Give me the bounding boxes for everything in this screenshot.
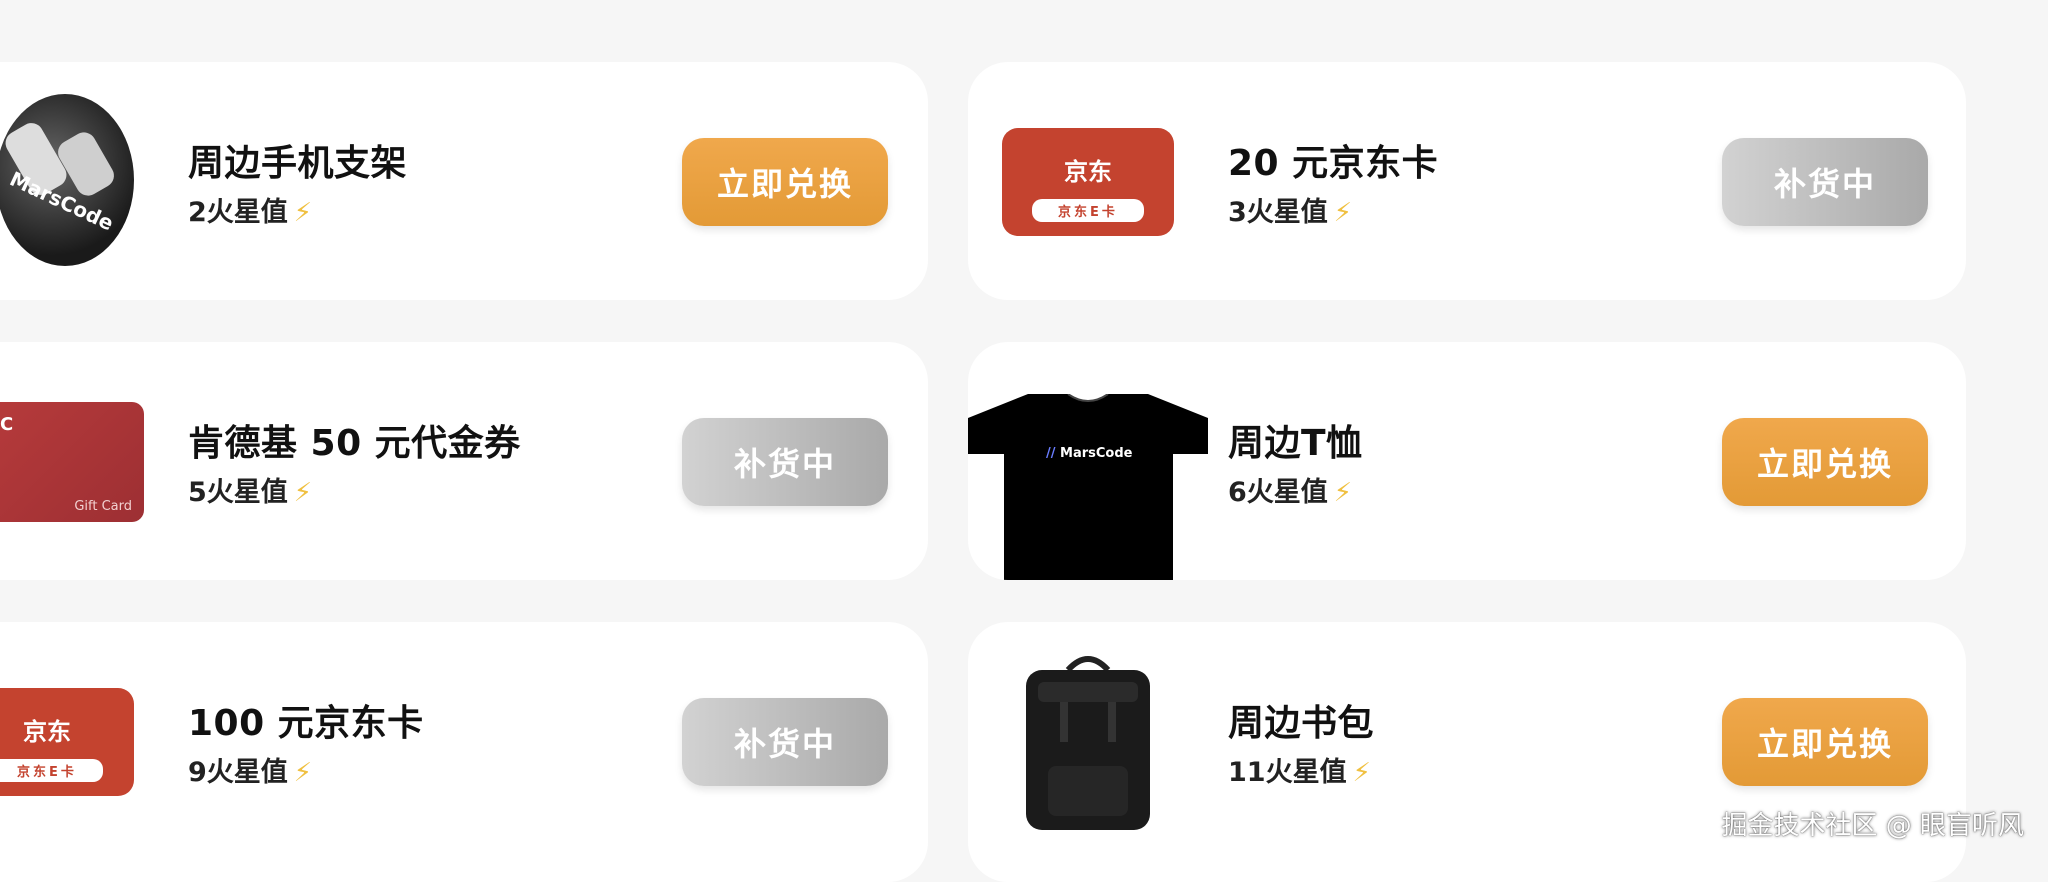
- backpack-image: [1018, 648, 1158, 834]
- product-card-phone-stand: MarsCode 周边手机支架 2火星值 ⚡ 立即兑换: [0, 62, 928, 300]
- product-title: 周边书包: [1228, 703, 1375, 744]
- lightning-icon: ⚡: [1333, 478, 1353, 508]
- tshirt-logo: // MarsCode: [1046, 446, 1133, 461]
- kfc-card-label: Gift Card: [74, 499, 132, 514]
- product-price: 3火星值 ⚡: [1228, 190, 1352, 229]
- product-card-jd-20: 京东 京东E卡 20 元京东卡 3火星值 ⚡ 补货中: [968, 62, 1966, 300]
- lightning-icon: ⚡: [1333, 198, 1353, 228]
- restocking-button[interactable]: 补货中: [682, 418, 888, 506]
- price-text: 6火星值: [1228, 477, 1328, 508]
- redeem-button[interactable]: 立即兑换: [1722, 698, 1928, 786]
- product-price: 11火星值 ⚡: [1228, 750, 1371, 789]
- product-title: 肯德基 50 元代金券: [188, 423, 521, 464]
- product-card-backpack: 周边书包 11火星值 ⚡ 立即兑换: [968, 622, 1966, 882]
- lightning-icon: ⚡: [293, 198, 313, 228]
- lightning-icon: ⚡: [293, 758, 313, 788]
- watermark: 掘金技术社区 @ 眼盲听风: [1721, 811, 2024, 841]
- restocking-button[interactable]: 补货中: [682, 698, 888, 786]
- kfc-gift-card-image: C Gift Card: [0, 402, 144, 522]
- tshirt-image: // MarsCode: [968, 394, 1208, 580]
- jd-card-image: 京东 京东E卡: [0, 688, 134, 796]
- product-card-jd-100: 京东 京东E卡 100 元京东卡 9火星值 ⚡ 补货中: [0, 622, 928, 882]
- product-title: 周边T恤: [1228, 423, 1363, 464]
- product-price: 2火星值 ⚡: [188, 190, 312, 229]
- product-price: 6火星值 ⚡: [1228, 470, 1352, 509]
- jd-logo: 京东: [1064, 158, 1112, 186]
- price-text: 5火星值: [188, 477, 288, 508]
- product-title: 20 元京东卡: [1228, 143, 1439, 184]
- restocking-button[interactable]: 补货中: [1722, 138, 1928, 226]
- jd-pill: 京东E卡: [0, 759, 103, 782]
- backpack-icon: [1026, 656, 1150, 830]
- tshirt-icon: [968, 394, 1208, 580]
- price-text: 11火星值: [1228, 757, 1347, 788]
- product-title: 100 元京东卡: [188, 703, 424, 744]
- product-card-tshirt: // MarsCode 周边T恤 6火星值 ⚡ 立即兑换: [968, 342, 1966, 580]
- lightning-icon: ⚡: [293, 478, 313, 508]
- price-text: 2火星值: [188, 197, 288, 228]
- jd-logo: 京东: [23, 718, 71, 746]
- jd-pill: 京东E卡: [1032, 199, 1144, 222]
- price-text: 9火星值: [188, 757, 288, 788]
- price-text: 3火星值: [1228, 197, 1328, 228]
- jd-card-image: 京东 京东E卡: [1002, 128, 1174, 236]
- product-card-kfc: C Gift Card 肯德基 50 元代金券 5火星值 ⚡ 补货中: [0, 342, 928, 580]
- redeem-button[interactable]: 立即兑换: [1722, 418, 1928, 506]
- redeem-button[interactable]: 立即兑换: [682, 138, 888, 226]
- phone-stand-image: MarsCode: [0, 94, 134, 266]
- lightning-icon: ⚡: [1352, 758, 1371, 788]
- product-price: 9火星值 ⚡: [188, 750, 312, 789]
- product-price: 5火星值 ⚡: [188, 470, 312, 509]
- product-title: 周边手机支架: [188, 143, 408, 184]
